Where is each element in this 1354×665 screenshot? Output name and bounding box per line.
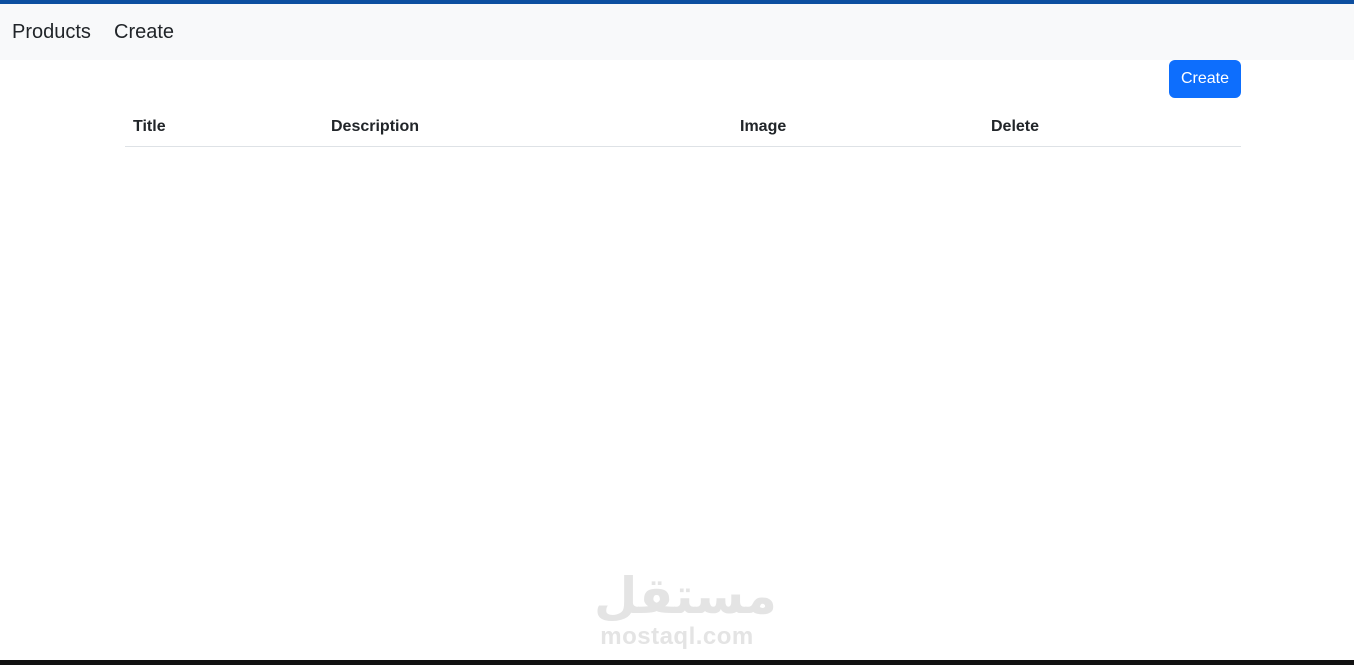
- column-header-description: Description: [323, 107, 732, 147]
- nav-link-products[interactable]: Products: [12, 21, 91, 44]
- bottom-edge-bar: [0, 660, 1354, 665]
- column-header-title: Title: [125, 107, 323, 147]
- column-header-image: Image: [732, 107, 983, 147]
- watermark-arabic-text: مستقل: [594, 567, 777, 625]
- table-header-row: Title Description Image Delete: [125, 107, 1241, 147]
- products-table: Title Description Image Delete: [125, 107, 1241, 147]
- table-header: Title Description Image Delete: [125, 107, 1241, 147]
- nav-link-create[interactable]: Create: [114, 21, 174, 44]
- watermark-latin-text: mostaql.com: [600, 623, 754, 650]
- column-header-delete: Delete: [983, 107, 1241, 147]
- watermark-logo: مستقل mostaql.com: [594, 567, 777, 654]
- navbar: Products Create: [0, 4, 1354, 60]
- create-button[interactable]: Create: [1169, 60, 1241, 98]
